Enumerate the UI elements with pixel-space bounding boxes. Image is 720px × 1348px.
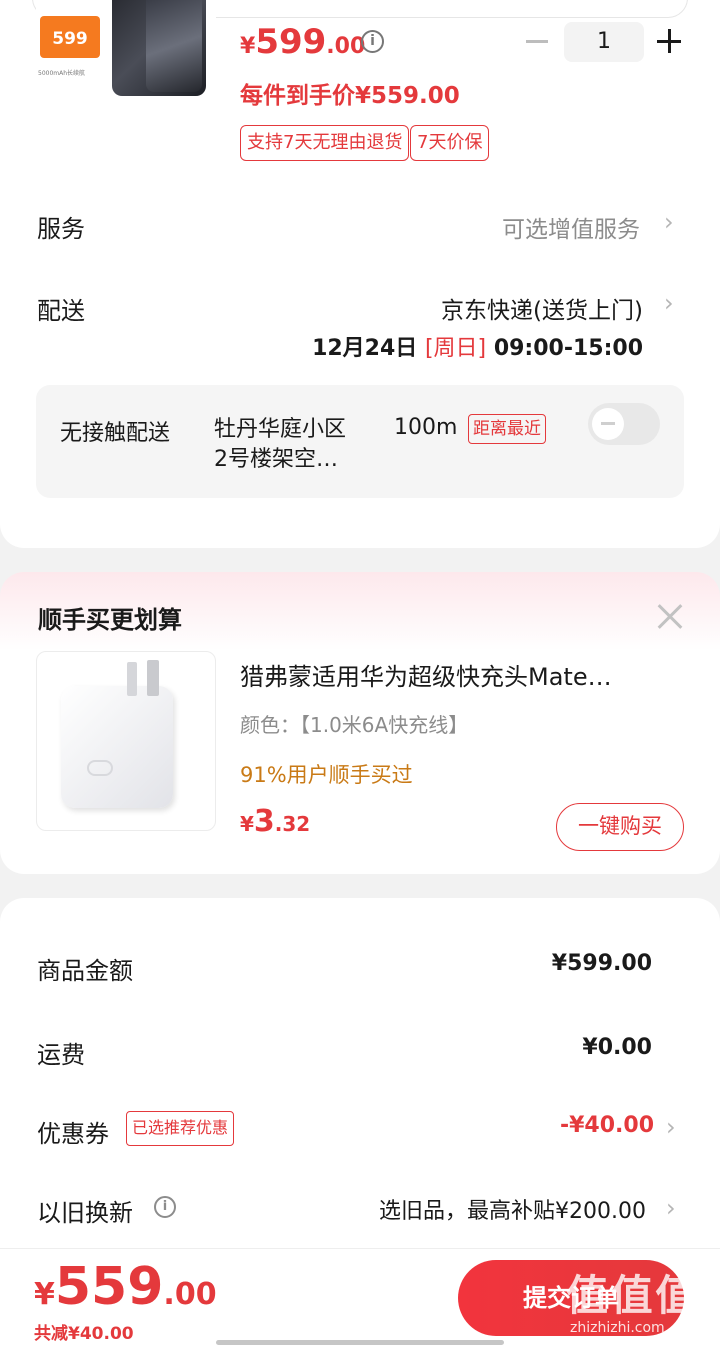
quantity-input[interactable]: 1 bbox=[564, 22, 644, 62]
contactless-place: 牡丹华庭小区 2号楼架空… bbox=[214, 417, 347, 472]
upsell-price: ¥3.32 bbox=[240, 804, 311, 839]
trade-in-label: 以旧换新 bbox=[37, 1199, 133, 1227]
goods-amount-label: 商品金额 bbox=[37, 957, 133, 985]
close-icon[interactable] bbox=[656, 603, 684, 631]
chevron-right-icon: › bbox=[664, 289, 674, 317]
product-price: ¥599.00 bbox=[240, 22, 366, 62]
coupon-badge: 已选推荐优惠 bbox=[126, 1111, 235, 1146]
total-price: ¥559.00 bbox=[34, 1257, 217, 1317]
delivery-time: 12月24日 [周日] 09:00-15:00 bbox=[312, 336, 643, 361]
coupon-value: -¥40.00 bbox=[559, 1113, 654, 1138]
service-value: 可选增值服务 bbox=[502, 217, 640, 243]
price-protect-tag: 7天价保 bbox=[410, 125, 490, 161]
savings-label: 共减¥40.00 bbox=[34, 1324, 134, 1344]
site-watermark-url: zhizhizhi.com bbox=[570, 1320, 665, 1336]
site-watermark-logo: 值 值 值 bbox=[566, 1271, 697, 1320]
upsell-product-image[interactable] bbox=[36, 651, 216, 831]
shipping-value: ¥0.00 bbox=[582, 1035, 652, 1060]
return-policy-tag: 支持7天无理由退货 bbox=[240, 125, 410, 161]
trade-in-info-icon[interactable]: i bbox=[154, 1196, 176, 1218]
service-label: 服务 bbox=[37, 215, 85, 243]
product-thumbnail[interactable]: 599 5000mAh长续航 bbox=[36, 0, 216, 104]
chevron-right-icon: › bbox=[666, 1194, 676, 1222]
chevron-right-icon: › bbox=[666, 1113, 676, 1141]
coupon-label: 优惠券 bbox=[37, 1120, 109, 1148]
thumb-phone-image bbox=[112, 0, 206, 96]
one-click-buy-button[interactable]: 一键购买 bbox=[556, 803, 684, 851]
quantity-decrease-button[interactable] bbox=[526, 40, 548, 43]
upsell-product-color: 颜色：【1.0米6A快充线】 bbox=[240, 713, 469, 737]
nearest-badge: 距离最近 bbox=[468, 414, 546, 444]
trade-in-value: 选旧品，最高补贴¥200.00 bbox=[379, 1199, 646, 1224]
thumb-caption: 5000mAh长续航 bbox=[38, 70, 86, 77]
price-info-icon[interactable]: i bbox=[361, 30, 384, 53]
toggle-knob bbox=[592, 408, 624, 440]
home-indicator bbox=[216, 1340, 504, 1345]
goods-amount-value: ¥599.00 bbox=[551, 951, 652, 976]
contactless-delivery-box: 无接触配送 牡丹华庭小区 2号楼架空… 100m 距离最近 bbox=[36, 385, 684, 498]
contactless-distance: 100m bbox=[394, 415, 458, 440]
contactless-toggle[interactable] bbox=[588, 403, 660, 445]
thumb-price-badge: 599 bbox=[40, 16, 100, 58]
upsell-product-name[interactable]: 猎弗蒙适用华为超级快充头Mate… bbox=[240, 657, 612, 692]
quantity-increase-button[interactable] bbox=[657, 29, 683, 55]
charger-body bbox=[61, 686, 173, 808]
contactless-label: 无接触配送 bbox=[60, 421, 171, 446]
chevron-right-icon: › bbox=[664, 208, 674, 236]
final-price-per-item: 每件到手价¥559.00 bbox=[240, 83, 460, 109]
upsell-popularity: 91%用户顺手买过 bbox=[240, 763, 413, 787]
delivery-carrier: 京东快递(送货上门) bbox=[441, 298, 643, 324]
upsell-title: 顺手买更划算 bbox=[38, 606, 182, 634]
shipping-label: 运费 bbox=[37, 1041, 85, 1069]
delivery-label: 配送 bbox=[37, 297, 85, 325]
